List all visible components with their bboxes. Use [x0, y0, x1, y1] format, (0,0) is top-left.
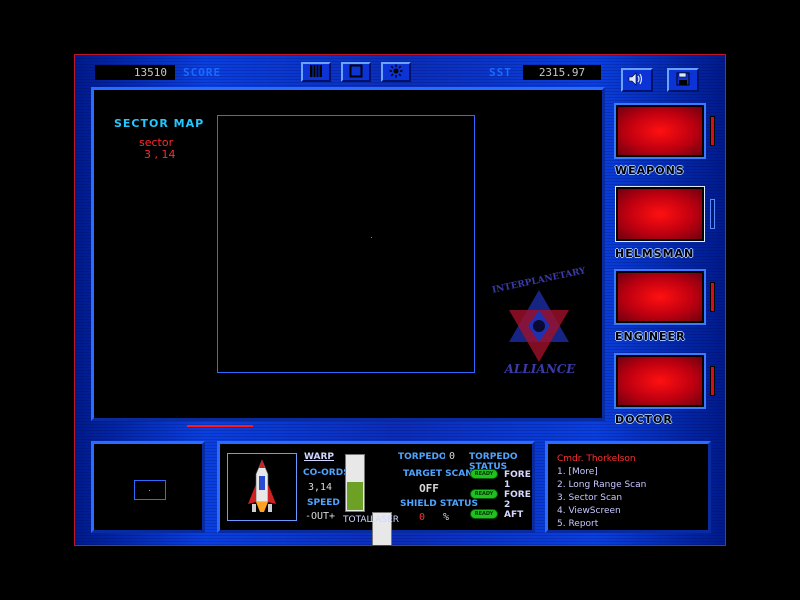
engineer-station[interactable] — [614, 269, 706, 325]
ship-console: WARP CO-ORDS 3,14 SPEED -OUT+ TOTAL LASE… — [217, 441, 535, 545]
grid-view-button[interactable] — [301, 62, 331, 82]
command-menu: Cmdr. Thorkelson 1. [More] 2. Long Range… — [545, 441, 711, 533]
grid-icon — [309, 63, 323, 82]
menu-item-sector-scan[interactable]: 3. Sector Scan — [557, 492, 708, 505]
target-scan-label: TARGET SCAN — [403, 469, 473, 479]
torpedoes-readout: 0 — [445, 451, 459, 463]
total-label: TOTAL — [343, 515, 372, 525]
sst-label: SST — [489, 66, 512, 79]
coords-readout: 3,14 — [302, 482, 338, 494]
aft-label: AFT — [504, 510, 524, 520]
warp-label: WARP — [304, 452, 335, 462]
speed-control[interactable]: -OUT+ — [302, 511, 338, 523]
short-range-scanner — [91, 441, 205, 533]
target-scan-toggle[interactable]: OFF — [403, 482, 455, 495]
laser-label: LASER — [370, 515, 400, 525]
weapons-label: WEAPONS — [615, 164, 685, 177]
sector-map-title: SECTOR MAP — [114, 117, 205, 130]
game-frame: 13510 SCORE SST 2315.97 SECTOR MAP secto… — [74, 54, 726, 546]
speaker-icon — [628, 71, 646, 90]
square-view-button[interactable] — [341, 62, 371, 82]
coords-label: CO-ORDS — [303, 468, 350, 478]
shield-value: 0 — [419, 512, 426, 523]
weapons-indicator — [710, 116, 715, 146]
engineer-indicator — [710, 282, 715, 312]
score-readout: 13510 — [95, 65, 175, 80]
aft-ready-button[interactable]: READY — [470, 509, 498, 519]
helmsman-station[interactable] — [615, 186, 705, 242]
progress-stripe — [187, 425, 253, 427]
ship-marker — [371, 237, 372, 238]
total-energy-fill — [347, 482, 363, 510]
sector-map-grid[interactable] — [217, 115, 475, 373]
square-icon — [349, 63, 363, 82]
speed-label: SPEED — [307, 498, 340, 508]
doctor-indicator — [710, 366, 715, 396]
score-label: SCORE — [183, 66, 222, 79]
shield-readout: 0 % — [403, 512, 455, 524]
shield-status-label: SHIELD STATUS — [400, 499, 478, 509]
star-view-button[interactable] — [381, 62, 411, 82]
fore1-label: FORE 1 — [504, 470, 531, 490]
engineer-label: ENGINEER — [615, 330, 686, 343]
shield-unit: % — [442, 512, 449, 523]
alliance-emblem: INTERPLANETARY ALLIANCE — [484, 266, 594, 385]
fore2-ready-button[interactable]: READY — [470, 489, 498, 499]
ship-portrait — [227, 453, 297, 521]
menu-item-long-range-scan[interactable]: 2. Long Range Scan — [557, 479, 708, 492]
sector-coords: 3 , 14 — [144, 148, 176, 161]
helmsman-indicator — [710, 199, 715, 229]
starship-icon — [248, 459, 276, 512]
menu-item-more[interactable]: 1. [More] — [557, 466, 708, 479]
sound-button[interactable] — [621, 68, 653, 92]
sun-icon — [389, 63, 403, 82]
menu-item-report[interactable]: 5. Report — [557, 518, 708, 531]
menu-item-viewscreen[interactable]: 4. ViewScreen — [557, 505, 708, 518]
floppy-disk-icon — [676, 71, 690, 90]
total-energy-bar — [345, 454, 365, 512]
save-button[interactable] — [667, 68, 699, 92]
sst-readout: 2315.97 — [523, 65, 601, 80]
fore2-label: FORE 2 — [504, 490, 531, 510]
scanner-box[interactable] — [134, 480, 166, 500]
doctor-station[interactable] — [614, 353, 706, 409]
emblem-bottom-text: ALLIANCE — [504, 362, 576, 376]
weapons-station[interactable] — [614, 103, 706, 159]
scanner-blip — [149, 490, 150, 491]
commander-name: Cmdr. Thorkelson — [557, 454, 636, 464]
helmsman-label: HELMSMAN — [615, 247, 695, 260]
doctor-label: DOCTOR — [615, 413, 673, 426]
fore1-ready-button[interactable]: READY — [470, 469, 498, 479]
sector-map-view: SECTOR MAP sector 3 , 14 INTERPLANETARY … — [91, 87, 605, 421]
